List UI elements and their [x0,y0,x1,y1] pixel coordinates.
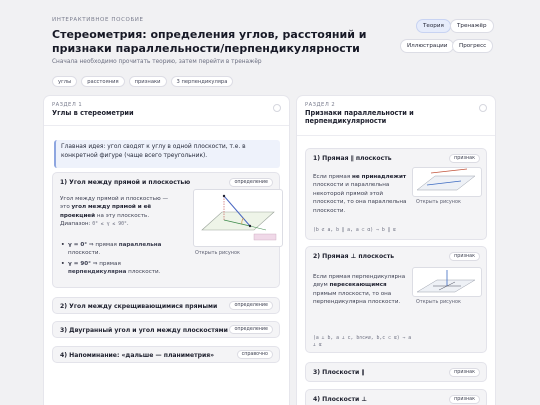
tag-angles[interactable]: углы [52,76,78,87]
section-title: Углы в стереометрии [52,109,134,117]
badge-definition: определение [229,325,273,334]
card-title: 3) Двугранный угол и угол между плоскост… [60,327,228,334]
section-label: РАЗДЕЛ 2 [305,102,336,108]
figure-diagram [201,194,277,241]
card-dihedral-angle[interactable]: 3) Двугранный угол и угол между плоскост… [52,321,280,338]
formula: (a ⊥ b, a ⊥ c, b∩c≠∅, b,c ⊂ α) ⇒ a ⊥ α [313,336,412,348]
tag-criteria[interactable]: признаки [128,76,167,87]
card-line-perpendicular-plane[interactable]: 2) Прямая ⊥ плоскость признак Если пряма… [305,246,487,353]
card-title: 2) Угол между скрещивающимися прямыми [60,303,218,310]
tag-distances[interactable]: расстояния [81,76,125,87]
badge-definition: определение [229,301,273,310]
badge-criterion: признак [449,395,480,404]
open-figure-link[interactable]: Открыть рисунок [416,299,461,305]
formula: (b ⊄ a, b ∥ a, a ⊂ α) ⇒ b ∥ α [313,228,396,233]
tag-three-perpendiculars[interactable]: 3 перпендикуляра [170,76,234,87]
card-title: 4) Плоскости ⊥ [313,396,367,403]
criterion-text: Если прямая не принадлежит плоскости и п… [313,174,407,214]
tab-trainer[interactable]: Тренажёр [450,19,494,33]
open-figure-link[interactable]: Открыть рисунок [416,199,461,205]
card-line-parallel-plane[interactable]: 1) Прямая ∥ плоскость признак Если пряма… [305,148,487,240]
tab-theory[interactable]: Теория [416,19,451,33]
section-label: РАЗДЕЛ 1 [52,102,83,108]
eyebrow: ИНТЕРАКТИВНОЕ ПОСОБИЕ [52,17,144,23]
page-subtitle: Сначала необходимо прочитать теорию, зат… [52,59,262,65]
card-planes-perpendicular[interactable]: 4) Плоскости ⊥ признак [305,389,487,405]
figure-line-parallel-plane[interactable] [412,167,482,197]
section-title: Признаки параллельности и перпендикулярн… [305,109,414,125]
main-idea-callout: Главная идея: угол сводят к углу в одной… [54,140,280,168]
badge-criterion: признак [449,252,480,261]
tag-list: углы расстояния признаки 3 перпендикуляр… [52,76,234,87]
card-title: 1) Прямая ∥ плоскость [313,155,392,162]
criterion-text: Если прямая перпендикулярна двум пересек… [313,274,406,306]
card-title: 4) Напоминание: «дальше — планиметрия» [60,352,215,359]
list-item: γ = 0° ⇒ прямая параллельна плоскости. [60,241,180,258]
page-title: Стереометрия: определения углов, расстоя… [52,28,367,55]
figure-line-plane[interactable] [193,189,283,247]
collapse-icon[interactable] [273,104,281,112]
open-figure-link[interactable]: Открыть рисунок [195,250,240,256]
tab-progress[interactable]: Прогресс [452,39,494,53]
tab-illustrations[interactable]: Иллюстрации [400,39,455,53]
section-angles-panel: РАЗДЕЛ 1 Углы в стереометрии Главная иде… [44,96,289,405]
card-title: 1) Угол между прямой и плоскостью [60,179,191,186]
section-header: РАЗДЕЛ 1 Углы в стереометрии [44,96,289,126]
section-header: РАЗДЕЛ 2 Признаки параллельности и перпе… [297,96,495,136]
list-item: γ = 90° ⇒ прямая перпендикулярна плоскос… [60,260,180,277]
badge-criterion: признак [449,368,480,377]
badge-reference: справочно [236,350,273,359]
card-title: 3) Плоскости ∥ [313,369,365,376]
badge-criterion: признак [449,154,480,163]
card-line-plane-angle[interactable]: 1) Угол между прямой и плоскостью опреде… [52,172,283,288]
figure-line-perpendicular-plane[interactable] [412,267,482,297]
collapse-icon[interactable] [479,104,487,112]
bullet-list: γ = 0° ⇒ прямая параллельна плоскости. γ… [60,241,180,277]
card-title: 2) Прямая ⊥ плоскость [313,253,395,260]
figure-diagram [416,168,476,191]
card-planes-parallel[interactable]: 3) Плоскости ∥ признак [305,362,487,382]
badge-definition: определение [229,178,273,187]
card-skew-lines-angle[interactable]: 2) Угол между скрещивающимися прямыми оп… [52,297,280,314]
definition-text: Угол между прямой и плоскостью — это уго… [60,196,169,228]
section-criteria-panel: РАЗДЕЛ 2 Признаки параллельности и перпе… [297,96,495,405]
card-planimetry-reminder[interactable]: 4) Напоминание: «дальше — планиметрия» с… [52,346,280,363]
figure-diagram [416,270,476,293]
